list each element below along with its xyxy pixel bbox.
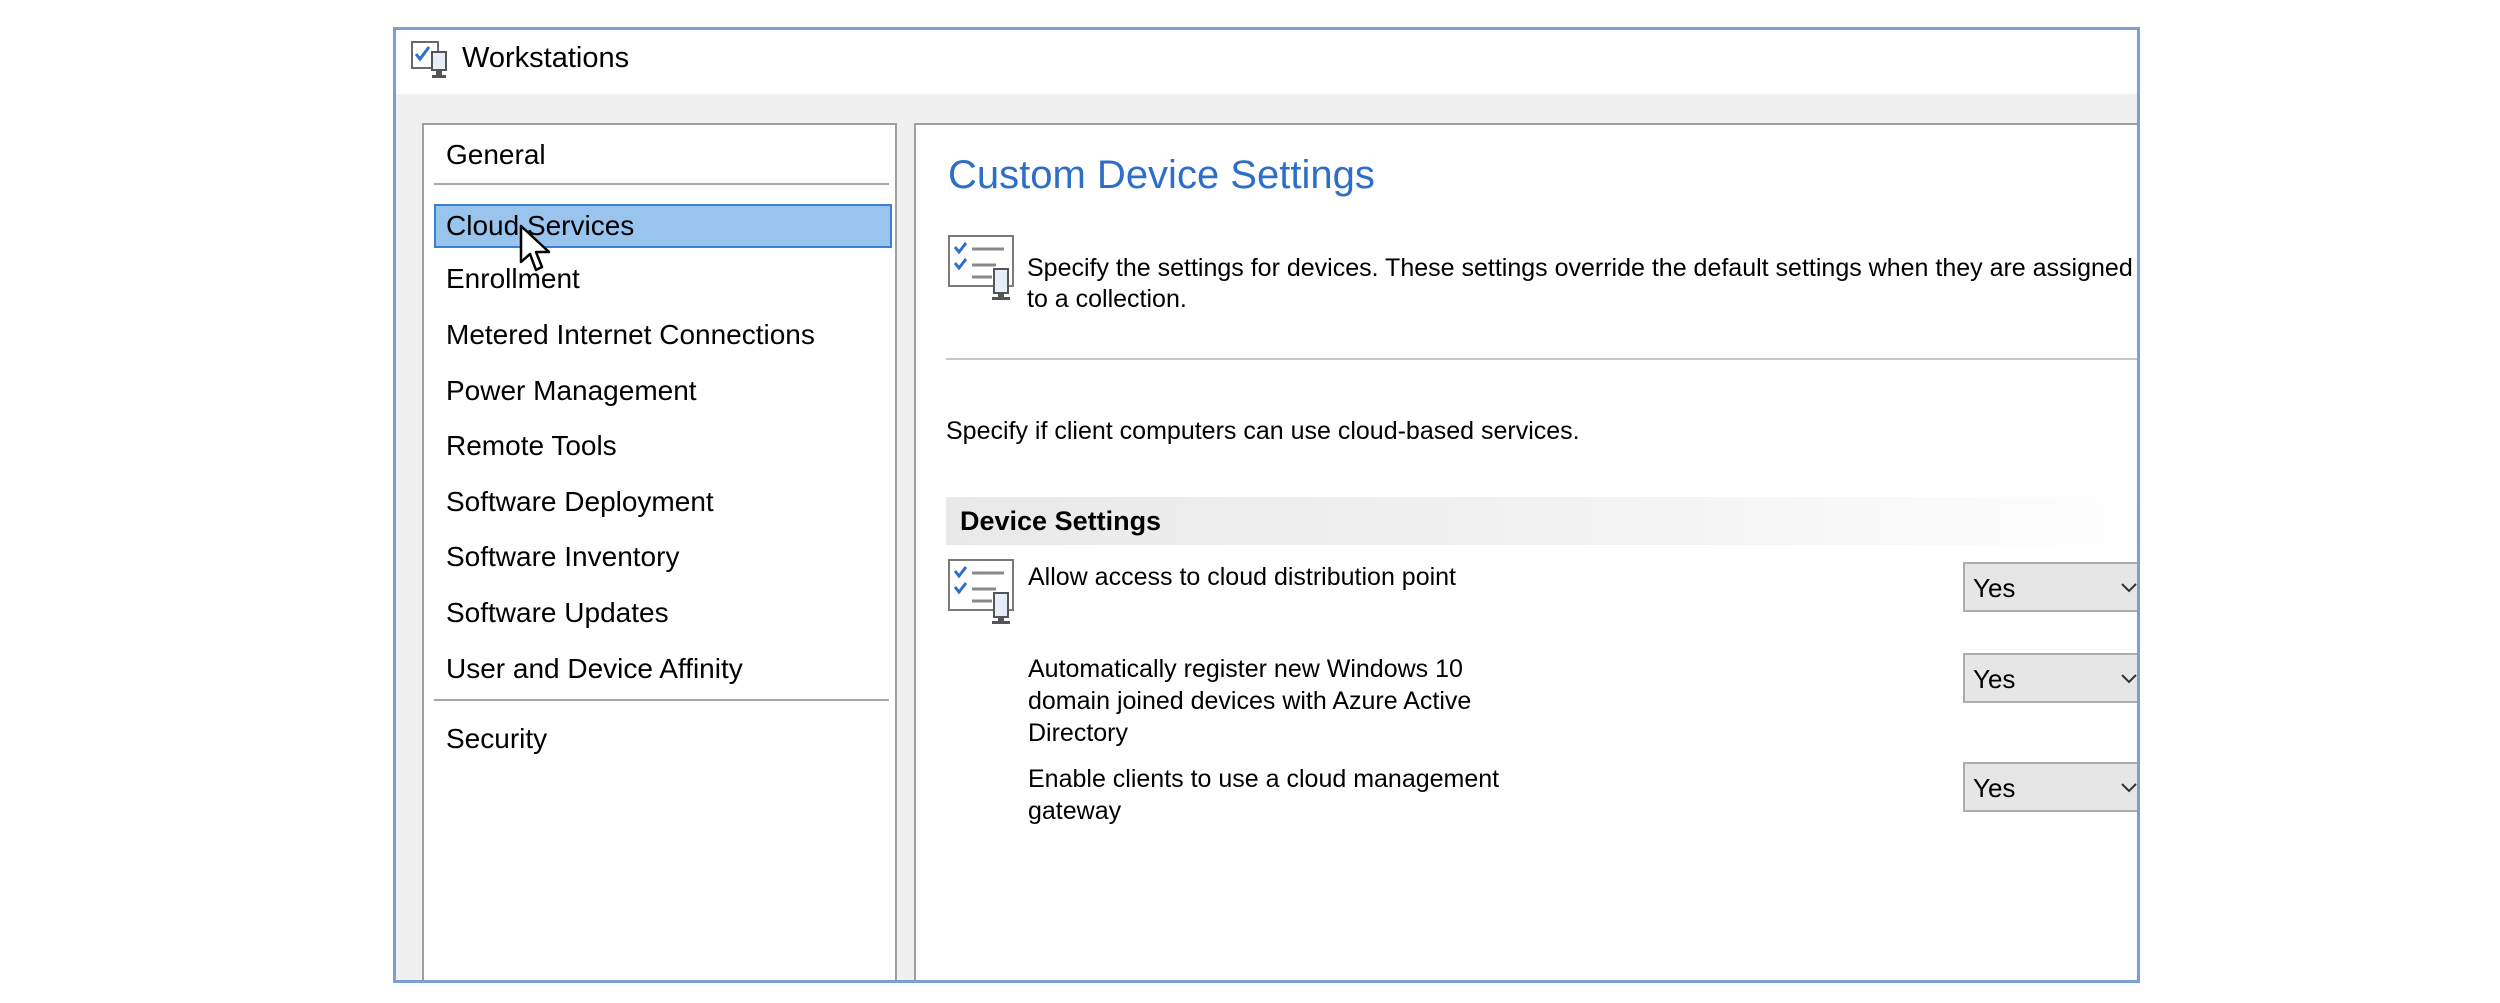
nav-item-metered-internet-connections[interactable]: Metered Internet Connections [434, 314, 892, 358]
nav-item-power-management[interactable]: Power Management [434, 370, 892, 414]
nav-item-enrollment[interactable]: Enrollment [434, 258, 892, 302]
settings-window: Workstations General Cloud Services Enro… [393, 27, 2140, 983]
chevron-down-icon [2121, 583, 2137, 593]
checklist-settings-icon [948, 235, 1014, 300]
setting-label-cloud-distribution-point: Allow access to cloud distribution point [1028, 563, 1457, 591]
main-panel: Custom Device Settings Specify the setti… [914, 123, 2137, 980]
divider [946, 358, 2137, 360]
setting-label-cloud-management-gateway: Enable clients to use a cloud management… [1028, 765, 1500, 825]
setting-label-azure-ad-registration: Automatically register new Windows 10 do… [1028, 655, 1472, 747]
azure-ad-registration-select[interactable]: Yes [1963, 653, 2137, 703]
nav-item-security[interactable]: Security [434, 718, 892, 762]
checklist-settings-icon [948, 559, 1014, 624]
page-title: Custom Device Settings [948, 153, 1375, 197]
nav-separator [434, 183, 889, 185]
nav-separator [434, 699, 889, 701]
title-bar: Workstations [396, 30, 2137, 94]
page-description: Specify the settings for devices. These … [1027, 254, 2133, 313]
mouse-pointer-icon [519, 224, 551, 272]
chevron-down-icon [2121, 674, 2137, 684]
nav-item-cloud-services[interactable]: Cloud Services [434, 204, 892, 248]
nav-item-general[interactable]: General [434, 134, 892, 178]
select-value: Yes [1973, 773, 2016, 803]
nav-item-software-deployment[interactable]: Software Deployment [434, 481, 892, 525]
nav-item-software-updates[interactable]: Software Updates [434, 592, 892, 636]
section-header: Device Settings [946, 497, 2137, 545]
window-title: Workstations [462, 42, 630, 74]
intro-text: Specify if client computers can use clou… [946, 417, 1580, 445]
nav-item-remote-tools[interactable]: Remote Tools [434, 425, 892, 469]
nav-item-user-and-device-affinity[interactable]: User and Device Affinity [434, 648, 892, 692]
cloud-distribution-point-select[interactable]: Yes [1963, 562, 2137, 612]
select-value: Yes [1973, 664, 2016, 694]
workstation-settings-icon [411, 41, 447, 78]
nav-item-software-inventory[interactable]: Software Inventory [434, 536, 892, 580]
nav-panel: General Cloud Services Enrollment Metere… [422, 123, 897, 980]
select-value: Yes [1973, 573, 2016, 603]
cloud-management-gateway-select[interactable]: Yes [1963, 762, 2137, 812]
chevron-down-icon [2121, 783, 2137, 793]
